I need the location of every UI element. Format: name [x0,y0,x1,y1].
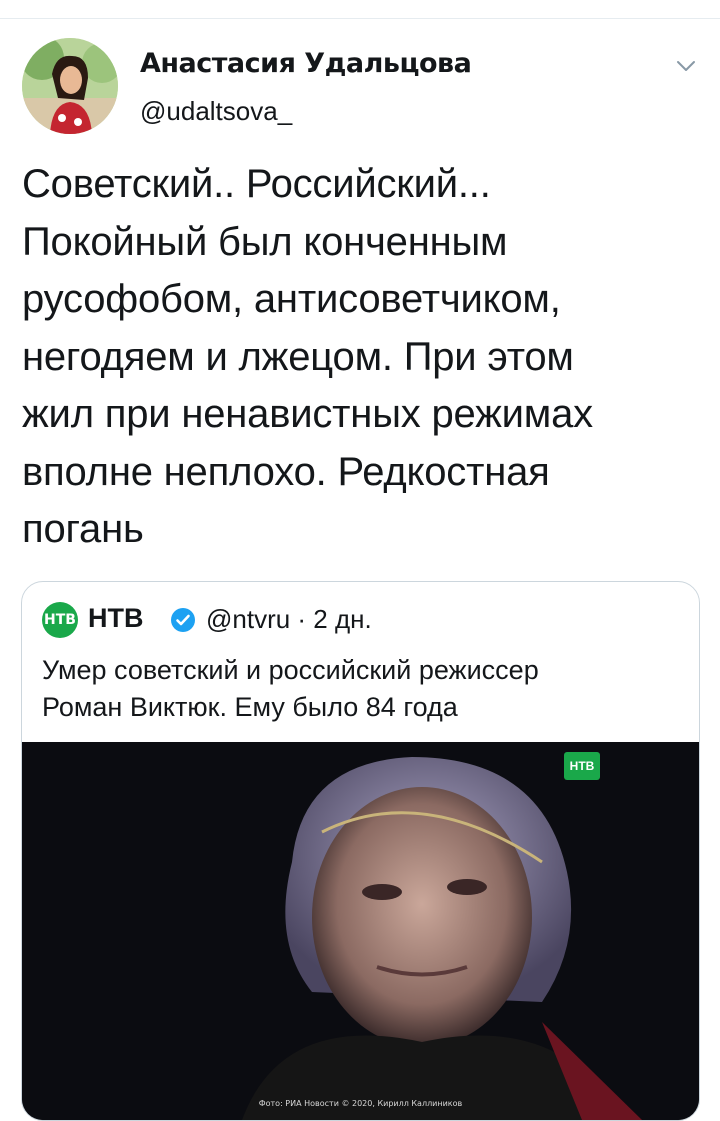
ntv-watermark-icon: НТВ [564,752,600,780]
portrait-photo [22,742,699,1120]
quoted-tweet-text: Умер советский и российский режиссер Ром… [42,655,539,722]
verified-badge-icon [170,607,196,633]
quoted-tweet-header: НТВ НТВ @ntvru · 2 дн. [42,602,682,638]
author-name[interactable]: Анастасия Удальцова [140,48,472,79]
quoted-author-name[interactable]: НТВ [88,603,144,634]
quoted-tweet-card[interactable]: НТВ НТВ @ntvru · 2 дн. Умер советский и … [21,581,700,1121]
tweet-header: Анастасия Удальцова @udaltsova_ [22,38,702,138]
author-handle[interactable]: @udaltsova_ [140,96,292,127]
ntv-logo-icon: НТВ [42,602,78,638]
photo-credit: Фото: РИА Новости © 2020, Кирилл Каллини… [258,1099,463,1108]
avatar-image [22,38,118,134]
chevron-down-icon[interactable] [674,54,698,78]
quoted-tweet-image[interactable]: НТВ Фото: РИА Новости © 2020, Кирилл Кал… [22,742,699,1120]
tweet-text: Советский.. Российский... Покойный был к… [22,162,593,551]
avatar[interactable] [22,38,118,134]
quoted-meta: @ntvru · 2 дн. [206,604,372,634]
top-divider [0,18,720,19]
